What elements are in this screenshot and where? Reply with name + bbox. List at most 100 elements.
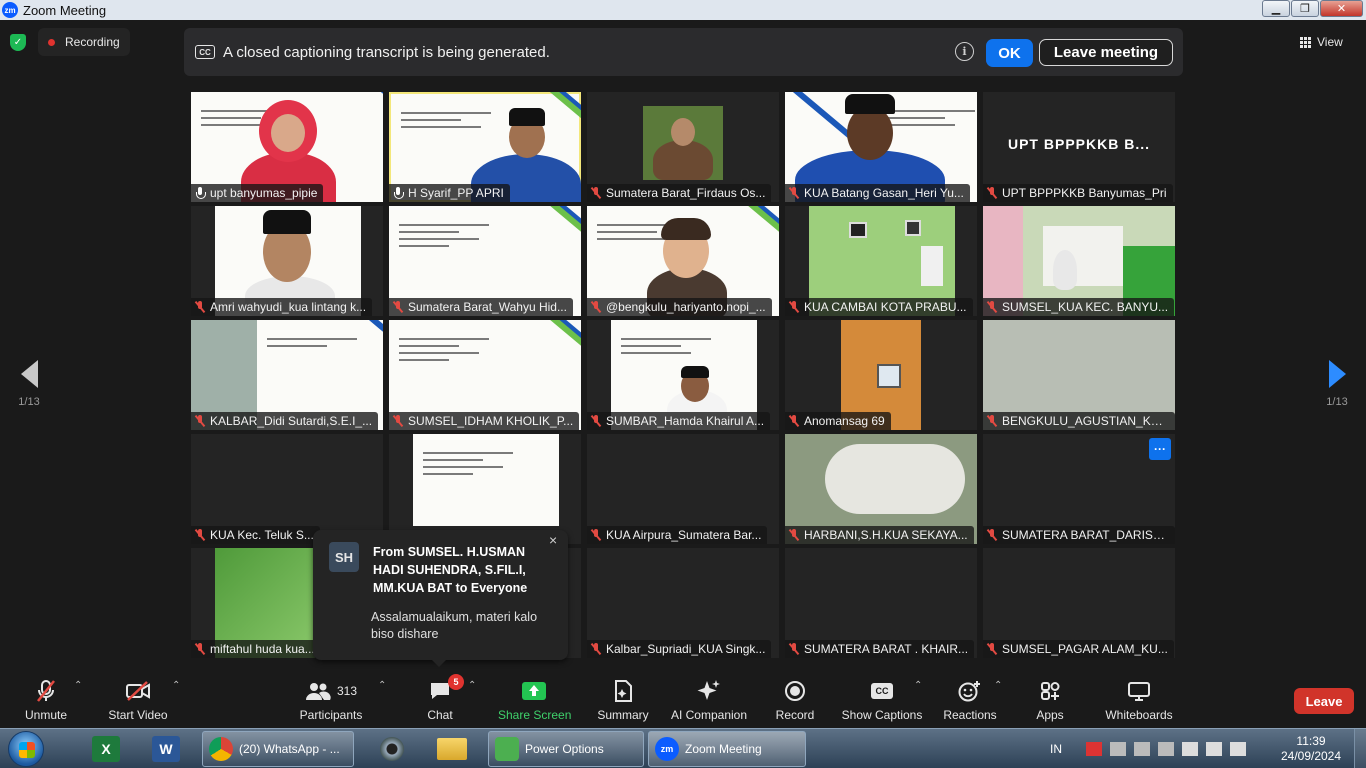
record-button[interactable]: Record [772, 678, 818, 722]
participant-name-bar: BENGKULU_AGUSTIAN_KU... [983, 412, 1175, 430]
volume-icon[interactable] [1182, 742, 1198, 756]
tray-app-icon[interactable] [1134, 742, 1150, 756]
emoji-icon [940, 678, 1000, 704]
clock-date: 24/09/2024 [1280, 749, 1342, 763]
share-screen-button[interactable]: Share Screen [498, 678, 571, 722]
more-options-button[interactable]: ··· [1149, 438, 1171, 460]
chat-button[interactable]: 5 Chat [424, 674, 464, 722]
participants-count: 313 [336, 684, 358, 698]
participant-tile[interactable]: Sumatera Barat_Firdaus Os... [587, 92, 779, 202]
task-label: (20) WhatsApp - ... [239, 742, 340, 756]
chat-options-caret[interactable]: ⌃ [468, 680, 476, 691]
recording-indicator[interactable]: Recording [38, 28, 130, 56]
leave-meeting-button[interactable]: Leave meeting [1039, 39, 1173, 66]
participant-tile[interactable]: SUMBAR_Hamda Khairul A... [587, 320, 779, 430]
participant-tile[interactable]: UPT BPPPKKB B... UPT BPPPKKB Banyumas_Pr… [983, 92, 1175, 202]
info-icon[interactable]: i [955, 42, 974, 61]
participant-tile[interactable]: SUMSEL_IDHAM KHOLIK_P... [389, 320, 581, 430]
start-video-label: Start Video [108, 708, 168, 722]
participant-tile[interactable]: KUA CAMBAI KOTA PRABU... [785, 206, 977, 316]
previous-page-button[interactable]: 1/13 [9, 360, 49, 408]
participant-name: Sumatera Barat_Firdaus Os... [606, 186, 766, 200]
participant-tile[interactable]: Amri wahyudi_kua lintang k... [191, 206, 383, 316]
webcam-app-icon[interactable] [370, 733, 414, 765]
apps-button[interactable]: Apps [1032, 678, 1068, 722]
ok-button[interactable]: OK [986, 39, 1033, 67]
video-options-caret[interactable]: ⌃ [172, 680, 180, 691]
action-center-icon[interactable] [1086, 742, 1102, 756]
close-window-button[interactable]: ✕ [1320, 0, 1363, 17]
mic-muted-icon [393, 301, 403, 313]
mic-muted-icon [987, 415, 997, 427]
unmute-button[interactable]: Unmute [20, 678, 72, 722]
encryption-shield-icon[interactable]: ✓ [10, 34, 26, 51]
clock[interactable]: 11:39 24/09/2024 [1278, 734, 1344, 764]
participant-name-bar: KUA CAMBAI KOTA PRABU... [785, 298, 973, 316]
taskbar-task-whatsapp[interactable]: (20) WhatsApp - ... [202, 731, 354, 767]
mic-muted-icon [789, 187, 799, 199]
participant-tile[interactable]: Sumatera Barat_Wahyu Hid... [389, 206, 581, 316]
start-button[interactable] [8, 731, 44, 767]
participant-video [413, 434, 559, 526]
show-captions-button[interactable]: CC Show Captions [840, 678, 924, 722]
participant-tile[interactable]: upt banyumas_pipie [191, 92, 383, 202]
participant-tile[interactable]: SUMSEL_KUA KEC. BANYU... [983, 206, 1175, 316]
start-video-button[interactable]: Start Video [106, 678, 170, 722]
show-desktop-button[interactable] [1354, 729, 1366, 768]
page-indicator-right: 1/13 [1326, 396, 1348, 408]
participant-name-bar: @bengkulu_hariyanto.nopi_... [587, 298, 772, 316]
participant-tile[interactable]: Anomansag 69 [785, 320, 977, 430]
participants-icon: 313 [296, 678, 366, 704]
participant-tile[interactable]: KUA Batang Gasan_Heri Yu... [785, 92, 977, 202]
participants-options-caret[interactable]: ⌃ [378, 680, 386, 691]
tray-app-icon[interactable] [1110, 742, 1126, 756]
ai-companion-button[interactable]: AI Companion [668, 678, 750, 722]
mic-muted-icon [987, 643, 997, 655]
participant-name-bar: KUA Airpura_Sumatera Bar... [587, 526, 768, 544]
participant-tile[interactable]: @bengkulu_hariyanto.nopi_... [587, 206, 779, 316]
word-icon[interactable]: W [144, 733, 188, 765]
participant-tile[interactable]: BENGKULU_AGUSTIAN_KU... [983, 320, 1175, 430]
minimize-button[interactable]: ▁ [1262, 0, 1290, 17]
audio-options-caret[interactable]: ⌃ [74, 680, 82, 691]
participant-name-bar: SUMBAR_Hamda Khairul A... [587, 412, 771, 430]
participant-name: SUMSEL_IDHAM KHOLIK_P... [408, 414, 574, 428]
participant-name: KUA Airpura_Sumatera Bar... [606, 528, 762, 542]
summary-button[interactable]: Summary [596, 678, 650, 722]
file-explorer-icon[interactable] [430, 733, 474, 765]
participant-name: HARBANI,S.H.KUA SEKAYA... [804, 528, 968, 542]
reactions-button[interactable]: Reactions [940, 678, 1000, 722]
captions-options-caret[interactable]: ⌃ [914, 680, 922, 691]
view-button[interactable]: View [1300, 32, 1343, 52]
participant-tile[interactable]: KALBAR_Didi Sutardi,S.E.I_... [191, 320, 383, 430]
taskbar-task-power-options[interactable]: Power Options [488, 731, 644, 767]
participant-tile[interactable]: ··· SUMATERA BARAT_DARISA... [983, 434, 1175, 544]
battery-icon[interactable] [1230, 742, 1246, 756]
participant-tile[interactable]: HARBANI,S.H.KUA SEKAYA... [785, 434, 977, 544]
participant-tile[interactable] [389, 434, 581, 544]
tray-app-icon[interactable] [1158, 742, 1174, 756]
participant-tile[interactable]: Kalbar_Supriadi_KUA Singk... [587, 548, 779, 658]
close-icon[interactable]: × [549, 532, 557, 548]
reactions-options-caret[interactable]: ⌃ [994, 680, 1002, 691]
participant-tile[interactable]: KUA Airpura_Sumatera Bar... [587, 434, 779, 544]
language-indicator[interactable]: IN [1050, 742, 1062, 756]
active-speaker-tile[interactable]: H Syarif_PP APRI [389, 92, 581, 202]
participant-tile[interactable]: SUMATERA BARAT . KHAIR... [785, 548, 977, 658]
chat-label: Chat [427, 708, 453, 722]
maximize-button[interactable]: ❐ [1291, 0, 1319, 17]
whiteboards-button[interactable]: Whiteboards [1102, 678, 1176, 722]
participants-button[interactable]: 313 Participants [296, 678, 366, 722]
excel-icon[interactable]: X [84, 733, 128, 765]
chat-notification[interactable]: SH From SUMSEL. H.USMAN HADI SUHENDRA, S… [313, 530, 568, 667]
participant-name: Anomansag 69 [804, 414, 885, 428]
mic-muted-icon [591, 301, 601, 313]
participant-tile[interactable]: KUA Kec. Teluk S... [191, 434, 383, 544]
next-page-button[interactable]: 1/13 [1317, 360, 1357, 408]
participant-name-bar: KUA Batang Gasan_Heri Yu... [785, 184, 970, 202]
network-signal-icon[interactable] [1206, 742, 1222, 756]
participant-tile[interactable]: SUMSEL_PAGAR ALAM_KU... [983, 548, 1175, 658]
leave-button[interactable]: Leave [1294, 688, 1354, 714]
participant-name: @bengkulu_hariyanto.nopi_... [606, 300, 766, 314]
taskbar-task-zoom[interactable]: zm Zoom Meeting [648, 731, 806, 767]
